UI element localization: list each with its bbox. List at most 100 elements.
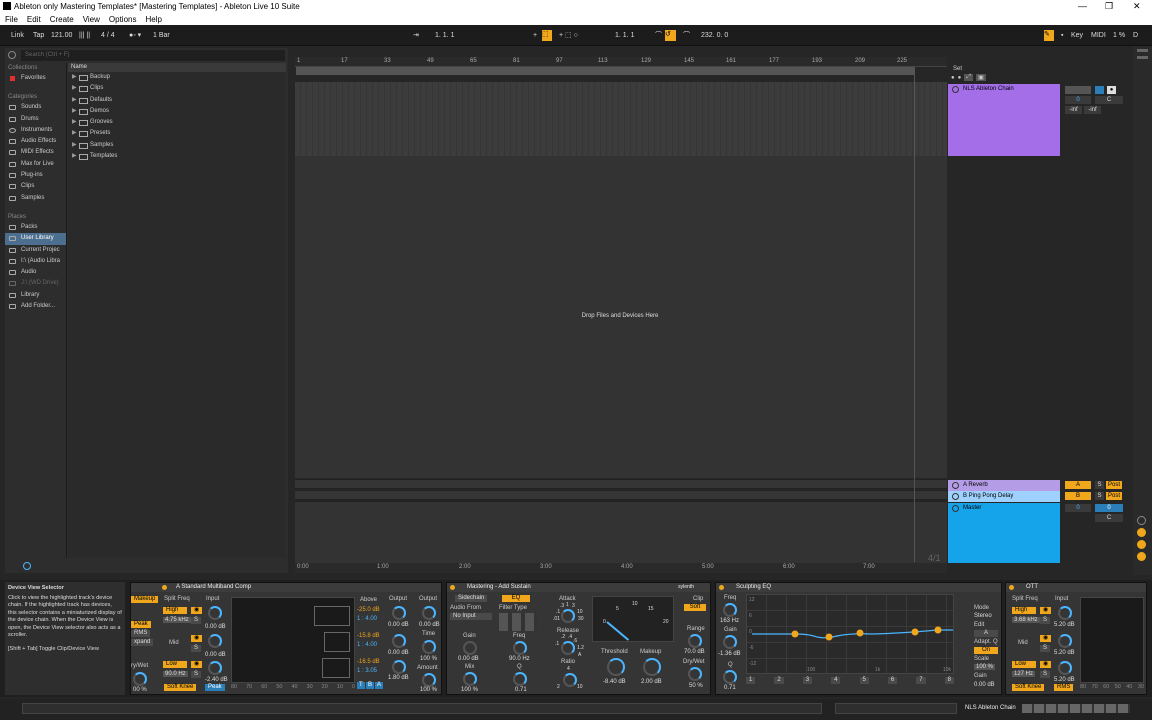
sidebar-item-favorites[interactable]: Favorites bbox=[5, 73, 66, 84]
low-freq-value[interactable]: 90.0 Hz bbox=[163, 671, 188, 677]
master-volume[interactable]: 0 bbox=[1065, 504, 1091, 512]
loop-switch-icon[interactable]: ↺ bbox=[665, 30, 676, 41]
sidebar-item-sounds[interactable]: Sounds bbox=[5, 102, 66, 113]
sidebar-item-drums[interactable]: Drums bbox=[5, 114, 66, 125]
eq-band-handle[interactable] bbox=[934, 626, 942, 634]
track-fold-icon[interactable] bbox=[952, 86, 959, 93]
overdub-icon[interactable]: + bbox=[530, 30, 540, 41]
menu-create[interactable]: Create bbox=[50, 15, 74, 24]
scroll-icon[interactable] bbox=[1137, 56, 1148, 59]
sidebar-item-packs[interactable]: Packs bbox=[5, 222, 66, 233]
mid-solo-button[interactable]: S bbox=[191, 645, 202, 652]
return-lane-b[interactable] bbox=[295, 490, 947, 500]
low-threshold-value[interactable]: -16.5 dB bbox=[357, 659, 380, 665]
high-output-knob[interactable] bbox=[392, 606, 406, 620]
circle-icon[interactable]: ● bbox=[958, 75, 962, 81]
set-controls[interactable]: ● ● ⤢ ▣ bbox=[951, 74, 986, 81]
return-b-post[interactable]: Post bbox=[1106, 492, 1122, 500]
low-band-button[interactable]: Low bbox=[1012, 661, 1036, 668]
metronome-icon[interactable]: ●◦ ▾ bbox=[126, 30, 144, 41]
low-input-value[interactable]: -2.40 dB bbox=[205, 677, 228, 683]
eq-display[interactable]: 12 6 0 -6 -12 100 1k 10k bbox=[746, 594, 954, 674]
eq-band-handle[interactable] bbox=[791, 630, 799, 638]
track-activator[interactable] bbox=[1095, 86, 1104, 94]
high-freq-value[interactable]: 4.75 kHz bbox=[163, 617, 191, 623]
q-knob[interactable] bbox=[723, 670, 737, 684]
soft-knee-button[interactable]: Soft Knee bbox=[1012, 684, 1045, 691]
low-band-button[interactable]: Low bbox=[163, 661, 187, 668]
device-multiband[interactable]: A Standard Multiband Comp Makeup Peak RM… bbox=[130, 582, 442, 695]
drywet-knob[interactable] bbox=[688, 667, 702, 681]
track-solo[interactable]: ● bbox=[1107, 86, 1116, 94]
band-6-toggle[interactable]: 6 bbox=[887, 677, 898, 684]
track-header-a-reverb[interactable]: A Reverb bbox=[948, 480, 1060, 491]
master-output-knob[interactable] bbox=[422, 606, 436, 620]
high-ratio-value[interactable]: 1 : 4.00 bbox=[357, 616, 377, 622]
time-ruler[interactable]: 0:00 1:00 2:00 3:00 4:00 5:00 6:00 7:00 bbox=[295, 563, 947, 573]
device-power-icon[interactable] bbox=[162, 585, 167, 590]
amount-knob[interactable] bbox=[422, 673, 436, 687]
peak-mode-button[interactable]: Peak bbox=[205, 684, 225, 691]
device-sculpting-eq[interactable]: Sculpting EQ Freq 163 Hz Gain -1.36 dB Q… bbox=[715, 582, 1002, 695]
sidebar-item-audio-effects[interactable]: Audio Effects bbox=[5, 136, 66, 147]
soft-clip-button[interactable]: Soft bbox=[684, 604, 706, 611]
key-map-icon[interactable]: ▪ bbox=[1058, 30, 1066, 41]
sidechain-button[interactable]: Sidechain bbox=[455, 595, 488, 602]
attack-knob[interactable] bbox=[561, 609, 575, 623]
drywet-value[interactable]: 50 % bbox=[689, 683, 703, 689]
expand-arrow-icon[interactable]: ▶ bbox=[72, 128, 77, 139]
low-solo-button[interactable]: S bbox=[1040, 671, 1051, 678]
sidebar-item-audio[interactable]: Audio bbox=[5, 267, 66, 278]
drywet-value[interactable]: 00 % bbox=[133, 687, 147, 693]
sidebar-item-max-for-live[interactable]: Max for Live bbox=[5, 159, 66, 170]
peak-button[interactable]: Peak bbox=[131, 621, 151, 628]
list-item[interactable]: ▶ Clips bbox=[68, 83, 286, 94]
track-volume[interactable]: 0 bbox=[1065, 96, 1091, 104]
sidebar-item-wd-drive[interactable]: J:\ (WD Drive) bbox=[5, 278, 66, 289]
high-bypass-button[interactable]: ◉ bbox=[1040, 607, 1052, 614]
device-power-icon[interactable] bbox=[1009, 585, 1014, 590]
high-input-knob[interactable] bbox=[1058, 606, 1072, 620]
list-item[interactable]: ▶ Templates bbox=[68, 151, 286, 162]
io-toggle-icon[interactable] bbox=[1137, 516, 1146, 525]
mixer-toggle-icon[interactable] bbox=[1137, 552, 1146, 561]
pencil-icon[interactable]: ✎ bbox=[1044, 30, 1054, 41]
high-input-value[interactable]: 5.20 dB bbox=[1054, 622, 1075, 628]
mid-input-knob[interactable] bbox=[1058, 634, 1072, 648]
low-input-value[interactable]: 5.20 dB bbox=[1054, 677, 1075, 683]
maximize-button[interactable]: ❐ bbox=[1105, 1, 1113, 12]
low-input-knob[interactable] bbox=[208, 661, 222, 675]
high-band-button[interactable]: High bbox=[1012, 607, 1036, 614]
expand-arrow-icon[interactable]: ▶ bbox=[72, 83, 77, 94]
time-value[interactable]: 100 % bbox=[420, 656, 437, 662]
band-5-toggle[interactable]: 5 bbox=[859, 677, 869, 684]
freq-knob[interactable] bbox=[513, 641, 527, 655]
return-b-activator[interactable]: B bbox=[1065, 492, 1091, 500]
high-input-knob[interactable] bbox=[208, 606, 222, 620]
circle-icon[interactable]: ● bbox=[951, 75, 955, 81]
low-ratio-value[interactable]: 1 : 3.05 bbox=[357, 668, 377, 674]
device-title-bar[interactable]: Mastering - Add Sustain sylenth bbox=[447, 583, 710, 592]
mix-value[interactable]: 100 % bbox=[461, 687, 478, 693]
expand-arrow-icon[interactable]: ▶ bbox=[72, 106, 77, 117]
a-button[interactable]: A bbox=[375, 682, 384, 689]
high-input-value[interactable]: 0.00 dB bbox=[205, 624, 226, 630]
high-bypass-button[interactable]: ◉ bbox=[191, 607, 203, 614]
menu-file[interactable]: File bbox=[5, 15, 18, 24]
scroll-icon[interactable] bbox=[1137, 49, 1148, 52]
bar-ruler[interactable]: 1 17 33 49 65 81 97 113 129 145 161 177 … bbox=[295, 57, 947, 67]
freq-value[interactable]: 90.0 Hz bbox=[509, 656, 530, 662]
sidebar-item-user-library[interactable]: User Library bbox=[5, 233, 66, 245]
loop-length-field[interactable]: 232. 0. 0 bbox=[698, 30, 731, 41]
menu-options[interactable]: Options bbox=[109, 15, 137, 24]
sidebar-item-midi-effects[interactable]: MIDI Effects bbox=[5, 147, 66, 158]
edit-a-button[interactable]: A bbox=[974, 630, 998, 637]
track-play-icon[interactable] bbox=[952, 493, 959, 500]
return-a-solo[interactable]: S bbox=[1095, 481, 1104, 489]
name-column-header[interactable]: Name bbox=[68, 63, 286, 72]
q-value[interactable]: 0.71 bbox=[724, 685, 736, 691]
sidebar-item-audio-library[interactable]: I:\ (Audio Libra bbox=[5, 256, 66, 267]
link-button[interactable]: Link bbox=[8, 30, 27, 41]
loop-start-field[interactable]: 1. 1. 1 bbox=[612, 30, 637, 41]
threshold-knob[interactable] bbox=[607, 658, 625, 676]
